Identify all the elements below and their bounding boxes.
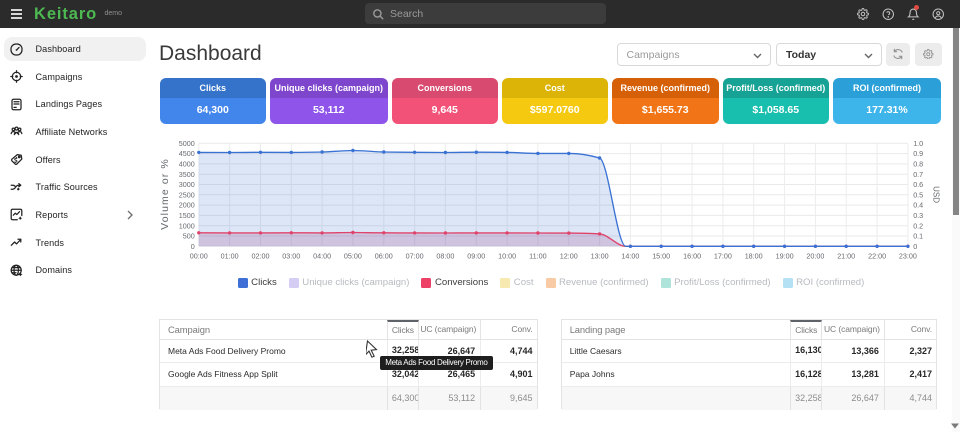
- svg-text:0.6: 0.6: [913, 180, 923, 189]
- svg-text:07:00: 07:00: [406, 251, 424, 260]
- svg-text:500: 500: [183, 232, 195, 241]
- svg-text:22:00: 22:00: [868, 251, 886, 260]
- svg-text:18:00: 18:00: [745, 251, 763, 260]
- svg-text:06:00: 06:00: [375, 251, 393, 260]
- svg-text:20:00: 20:00: [806, 251, 824, 260]
- svg-text:0.4: 0.4: [913, 201, 923, 210]
- svg-text:14:00: 14:00: [621, 251, 639, 260]
- svg-text:USD: USD: [932, 186, 941, 203]
- svg-text:0.1: 0.1: [913, 232, 923, 241]
- svg-text:21:00: 21:00: [837, 251, 855, 260]
- svg-text:0.2: 0.2: [913, 221, 923, 230]
- svg-text:0.9: 0.9: [913, 149, 923, 158]
- svg-text:04:00: 04:00: [313, 251, 331, 260]
- svg-text:11:00: 11:00: [529, 251, 546, 260]
- svg-text:13:00: 13:00: [591, 251, 609, 260]
- svg-text:0.5: 0.5: [913, 190, 923, 199]
- svg-text:03:00: 03:00: [282, 251, 300, 260]
- svg-text:0.8: 0.8: [913, 160, 923, 169]
- svg-text:0.7: 0.7: [913, 170, 923, 179]
- svg-text:1500: 1500: [179, 211, 195, 220]
- svg-text:09:00: 09:00: [467, 251, 485, 260]
- svg-text:0: 0: [913, 242, 917, 251]
- svg-text:15:00: 15:00: [652, 251, 670, 260]
- svg-text:2000: 2000: [179, 201, 195, 210]
- svg-text:4500: 4500: [179, 149, 195, 158]
- svg-text:Volume or %: Volume or %: [160, 158, 171, 230]
- svg-text:02:00: 02:00: [252, 251, 270, 260]
- svg-text:3500: 3500: [179, 170, 195, 179]
- svg-text:2500: 2500: [179, 190, 195, 199]
- svg-text:12:00: 12:00: [560, 251, 578, 260]
- svg-text:1.0: 1.0: [913, 139, 923, 148]
- svg-text:19:00: 19:00: [776, 251, 794, 260]
- svg-text:5000: 5000: [179, 139, 195, 148]
- svg-text:0.3: 0.3: [913, 211, 923, 220]
- svg-text:01:00: 01:00: [221, 251, 239, 260]
- svg-text:16:00: 16:00: [683, 251, 701, 260]
- svg-text:17:00: 17:00: [714, 251, 732, 260]
- svg-text:1000: 1000: [179, 221, 195, 230]
- svg-text:0: 0: [191, 242, 195, 251]
- svg-text:4000: 4000: [179, 160, 195, 169]
- svg-text:08:00: 08:00: [436, 251, 454, 260]
- svg-text:10:00: 10:00: [498, 251, 516, 260]
- svg-text:05:00: 05:00: [344, 251, 362, 260]
- svg-text:23:00: 23:00: [899, 251, 917, 260]
- svg-text:3000: 3000: [179, 180, 195, 189]
- svg-text:00:00: 00:00: [190, 251, 208, 260]
